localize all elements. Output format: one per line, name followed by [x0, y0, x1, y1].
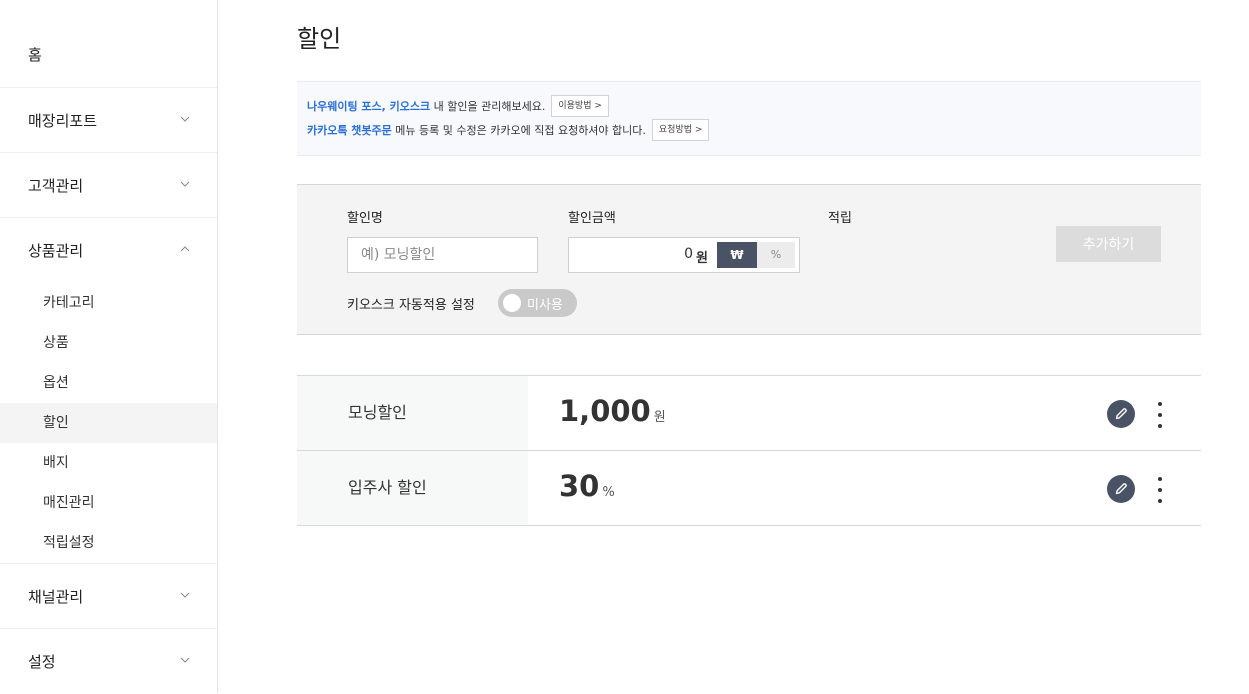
more-dot: [1158, 413, 1162, 417]
more-dot: [1158, 424, 1162, 428]
nav-home[interactable]: 홈: [0, 0, 217, 88]
nav-channel-mgmt[interactable]: 채널관리: [0, 564, 217, 629]
notice-line-2: 카카오톡 챗봇주문 메뉴 등록 및 수정은 카카오에 직접 요청하셔야 합니다.…: [307, 118, 1191, 142]
product-submenu: 카테고리 상품 옵션 할인 배지 매진관리 적립설정: [0, 283, 217, 564]
kiosk-auto-apply-toggle[interactable]: 미사용: [498, 289, 577, 317]
notice-highlight-1: 나우웨이팅 포스, 키오스크: [307, 100, 431, 113]
discount-name: 모닝할인: [297, 376, 528, 450]
pencil-icon: [1115, 483, 1127, 495]
discount-amount-value: 30: [559, 469, 600, 503]
chevron-up-icon: [180, 246, 190, 255]
edit-button[interactable]: [1107, 400, 1135, 428]
more-dot: [1158, 477, 1162, 481]
discount-name: 입주사 할인: [297, 451, 528, 525]
sidebar-item-soldout[interactable]: 매진관리: [0, 483, 217, 523]
discount-amount-unit: %: [602, 485, 615, 500]
amount-unit: 원: [696, 251, 708, 266]
edit-button[interactable]: [1107, 475, 1135, 503]
discount-amount: 1,000 원: [559, 394, 666, 428]
sidebar-item-badge[interactable]: 배지: [0, 443, 217, 483]
pencil-icon: [1115, 408, 1127, 420]
discount-amount-value: 1,000: [559, 394, 651, 428]
nav-settings-label: 설정: [28, 653, 56, 671]
more-dot: [1158, 488, 1162, 492]
sidebar: 홈 매장리포트 고객관리 상품관리 카테고리 상품 옵션 할인 배지 매진관리 …: [0, 0, 218, 693]
discount-amount-field[interactable]: 0 원 ₩ %: [568, 237, 800, 273]
kiosk-auto-apply-label: 키오스크 자동적용 설정: [347, 298, 475, 313]
toggle-status-text: 미사용: [527, 298, 563, 313]
table-row: 모닝할인 1,000 원: [297, 376, 1201, 451]
nav-settings[interactable]: 설정: [0, 629, 217, 694]
how-to-use-button[interactable]: 이용방법 >: [551, 95, 609, 117]
chevron-down-icon: [180, 116, 190, 125]
notice-highlight-2: 카카오톡 챗봇주문: [307, 124, 392, 137]
discount-name-input[interactable]: [347, 237, 538, 273]
nav-customer-mgmt-label: 고객관리: [28, 176, 84, 195]
nav-product-mgmt-label: 상품관리: [28, 242, 84, 260]
add-discount-button[interactable]: 추가하기: [1056, 226, 1161, 262]
sidebar-item-discount[interactable]: 할인: [0, 403, 217, 443]
nav-customer-mgmt[interactable]: 고객관리: [0, 153, 217, 218]
nav-home-label: 홈: [28, 46, 42, 64]
notice-text-1: 내 할인을 관리해보세요.: [430, 100, 546, 113]
notice-box: 나우웨이팅 포스, 키오스크 내 할인을 관리해보세요. 이용방법 > 카카오톡…: [297, 81, 1201, 156]
sidebar-item-category[interactable]: 카테고리: [0, 283, 217, 323]
discount-amount: 30%: [559, 469, 615, 503]
discount-name-label: 할인명: [347, 211, 383, 226]
more-options-button[interactable]: [1150, 402, 1170, 428]
table-row: 입주사 할인 30%: [297, 451, 1201, 526]
nav-store-report[interactable]: 매장리포트: [0, 88, 217, 153]
nav-channel-mgmt-label: 채널관리: [28, 587, 84, 606]
nav-store-report-label: 매장리포트: [28, 111, 98, 130]
unit-won-toggle[interactable]: ₩: [717, 242, 757, 268]
chevron-down-icon: [180, 592, 190, 601]
more-options-button[interactable]: [1150, 477, 1170, 503]
sidebar-item-points-setting[interactable]: 적립설정: [0, 523, 217, 563]
points-label: 적립: [828, 211, 852, 226]
discount-form: 할인명 할인금액 적립 0 원 ₩ % 추가하기 키오스크 자동적용 설정 미사…: [297, 184, 1201, 335]
unit-percent-toggle[interactable]: %: [757, 242, 795, 268]
discount-amount-unit: 원: [653, 410, 666, 425]
discount-list: 모닝할인 1,000 원 입주사 할인 30%: [297, 375, 1201, 526]
chevron-down-icon: [180, 657, 190, 666]
page-title: 할인: [297, 25, 342, 53]
sidebar-item-option[interactable]: 옵션: [0, 363, 217, 403]
nav-product-mgmt[interactable]: 상품관리: [0, 218, 217, 283]
discount-amount-label: 할인금액: [568, 211, 616, 226]
sidebar-item-product[interactable]: 상품: [0, 323, 217, 363]
more-dot: [1158, 402, 1162, 406]
notice-line-1: 나우웨이팅 포스, 키오스크 내 할인을 관리해보세요. 이용방법 >: [307, 94, 1191, 118]
notice-text-2: 메뉴 등록 및 수정은 카카오에 직접 요청하셔야 합니다.: [391, 124, 646, 137]
more-dot: [1158, 499, 1162, 503]
chevron-down-icon: [180, 181, 190, 190]
amount-value: 0: [684, 246, 693, 262]
toggle-knob: [503, 294, 521, 312]
how-to-request-button[interactable]: 요청방법 >: [651, 119, 710, 141]
